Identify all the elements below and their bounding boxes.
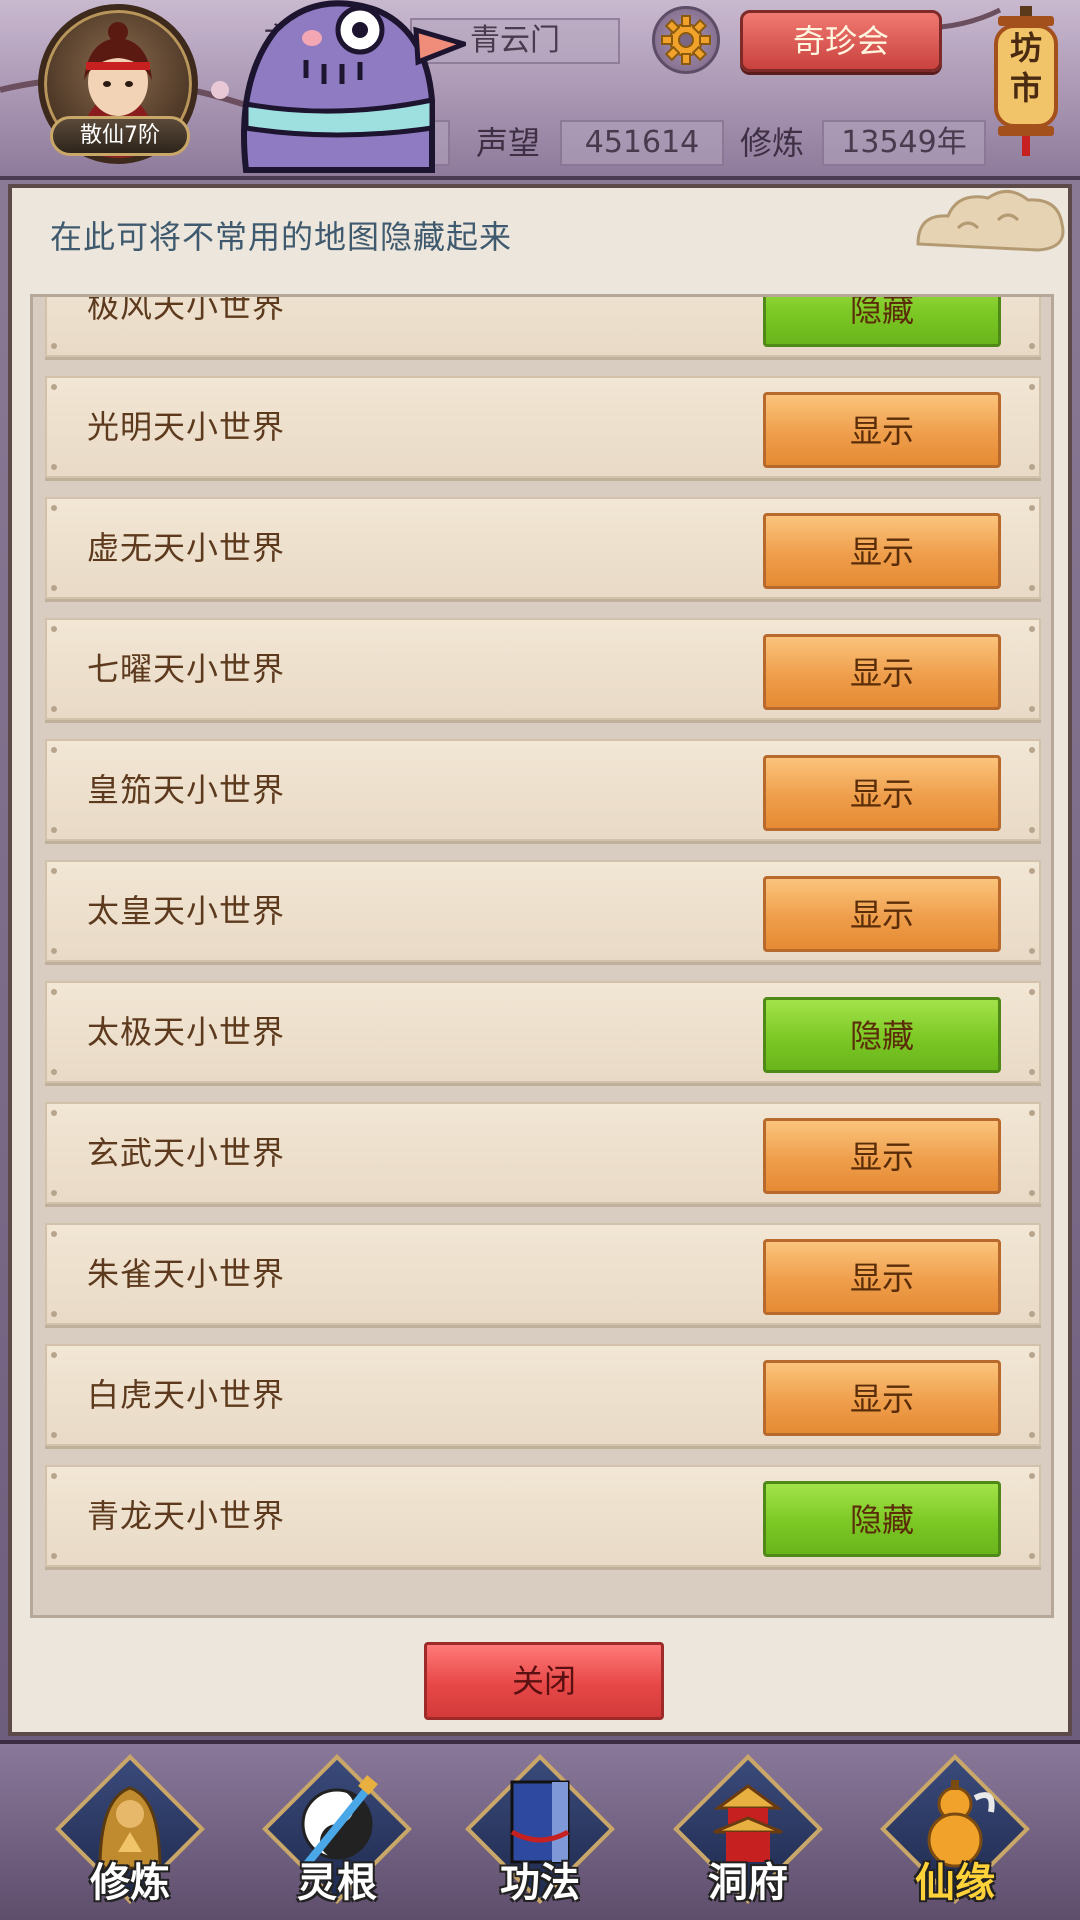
nav-label: 灵根 [297,1860,377,1906]
reputation-label: 声望 [476,124,541,162]
bottom-nav: 修炼 灵根 功法 洞府 仙缘 [0,1740,1080,1920]
map-name: 皇笳天小世界 [87,771,286,809]
close-button[interactable]: 关闭 [424,1642,664,1720]
show-button[interactable]: 显示 [763,1239,1001,1315]
map-name: 玄武天小世界 [87,1134,286,1172]
gear-icon [661,15,711,65]
show-button[interactable]: 显示 [763,1360,1001,1436]
nav-spirit-root[interactable]: 灵根 [262,1754,412,1912]
map-row: 太皇天小世界 显示 [45,860,1041,962]
reputation-value: 451614 [560,120,724,166]
map-name: 朱雀天小世界 [87,1255,286,1293]
show-button[interactable]: 显示 [763,755,1001,831]
map-row: 光明天小世界 显示 [45,376,1041,478]
map-row: 七曜天小世界 显示 [45,618,1041,720]
top-bar: 散仙7阶 主 青云门 奇珍会 坊市 [0,0,1080,180]
hide-map-dialog: 在此可将不常用的地图隐藏起来 极风天小世界 隐藏 光明天小世界 显示 虚无天小世… [8,184,1072,1736]
map-list[interactable]: 极风天小世界 隐藏 光明天小世界 显示 虚无天小世界 显示 七曜天小世界 显示 … [30,294,1054,1618]
map-row: 青龙天小世界 隐藏 [45,1465,1041,1567]
market-label: 坊市 [1009,29,1042,107]
show-button[interactable]: 显示 [763,876,1001,952]
nav-techniques[interactable]: 功法 [465,1754,615,1912]
nav-cave-abode[interactable]: 洞府 [673,1754,823,1912]
show-button[interactable]: 显示 [763,513,1001,589]
map-name: 太极天小世界 [87,1013,286,1051]
map-row: 虚无天小世界 显示 [45,497,1041,599]
map-row: 皇笳天小世界 显示 [45,739,1041,841]
map-row: 极风天小世界 隐藏 [45,294,1041,357]
map-row: 白虎天小世界 显示 [45,1344,1041,1446]
map-name: 光明天小世界 [87,408,286,446]
map-name: 青龙天小世界 [87,1497,286,1535]
map-name: 白虎天小世界 [87,1376,286,1414]
map-row: 朱雀天小世界 显示 [45,1223,1041,1325]
map-name: 太皇天小世界 [87,892,286,930]
cloud-decoration [916,190,1065,252]
dialog-title: 在此可将不常用的地图隐藏起来 [50,218,513,256]
map-row: 太极天小世界 隐藏 [45,981,1041,1083]
nav-label: 仙缘 [915,1860,995,1906]
nav-label: 功法 [500,1860,580,1906]
nav-label: 洞府 [708,1860,788,1906]
map-name: 七曜天小世界 [87,650,286,688]
nav-immortal-fate[interactable]: 仙缘 [880,1754,1030,1912]
rank-badge: 散仙7阶 [50,116,190,156]
nav-label: 修炼 [90,1860,170,1906]
map-name: 极风天小世界 [87,294,286,325]
map-name: 虚无天小世界 [87,529,286,567]
treasure-auction-button[interactable]: 奇珍会 [740,10,942,72]
bird-mascot-icon [241,0,466,173]
hide-button[interactable]: 隐藏 [763,1481,1001,1557]
hide-button[interactable]: 隐藏 [763,997,1001,1073]
settings-button[interactable] [652,6,720,74]
show-button[interactable]: 显示 [763,1118,1001,1194]
cultivation-value: 13549年 [822,120,986,166]
cultivation-label: 修炼 [740,124,805,162]
show-button[interactable]: 显示 [763,392,1001,468]
nav-cultivate[interactable]: 修炼 [55,1754,205,1912]
hide-button[interactable]: 隐藏 [763,297,1001,347]
map-row: 玄武天小世界 显示 [45,1102,1041,1204]
show-button[interactable]: 显示 [763,634,1001,710]
